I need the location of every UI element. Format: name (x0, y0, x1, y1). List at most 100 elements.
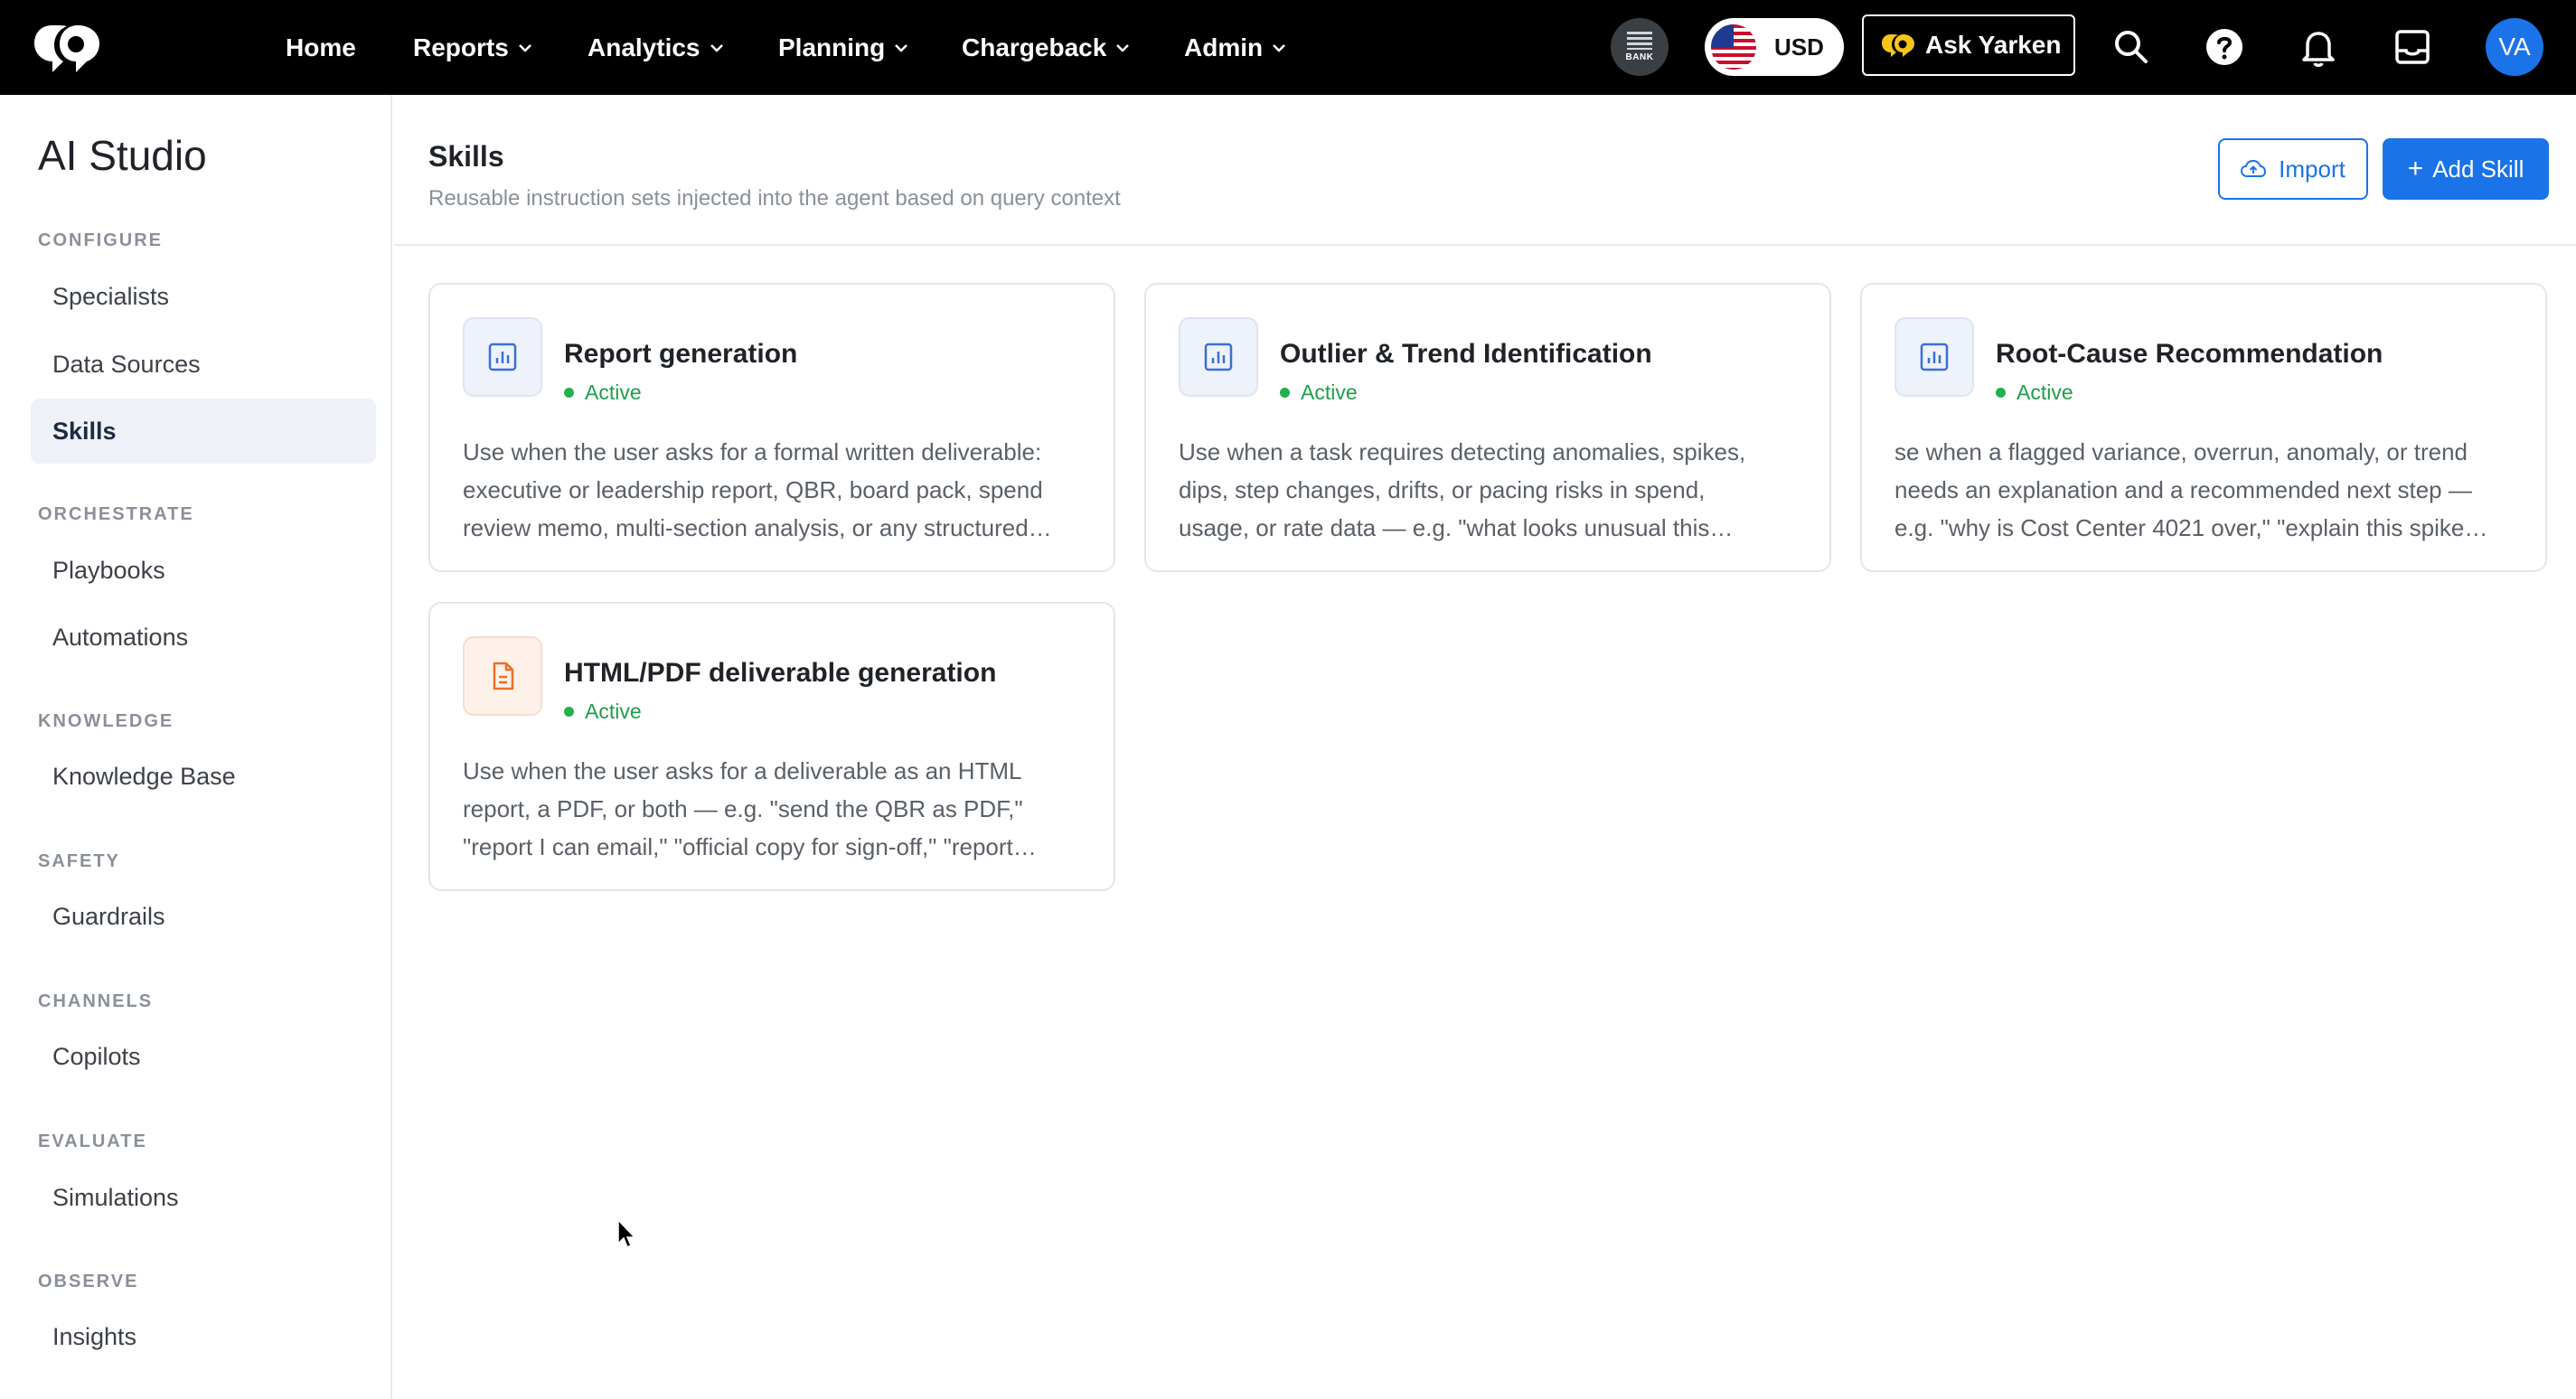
nav-planning-label: Planning (778, 33, 886, 61)
mouse-cursor-icon (617, 1218, 636, 1249)
skill-description: Use when a task requires detecting anoma… (1179, 433, 1802, 547)
sidebar-item-knowledge-base[interactable]: Knowledge Base (31, 744, 376, 809)
status-label: Active (585, 380, 642, 404)
status-dot-icon (564, 707, 574, 717)
sidebar-item-skills[interactable]: Skills (31, 399, 376, 464)
status-badge: Active (1280, 380, 1358, 405)
section-orchestrate: ORCHESTRATE (38, 504, 194, 524)
user-avatar[interactable]: VA (2486, 18, 2543, 76)
skill-title: Root-Cause Recommendation (1996, 339, 2383, 369)
import-button[interactable]: Import (2218, 138, 2368, 200)
skill-title: Report generation (564, 339, 798, 369)
sidebar-item-insights[interactable]: Insights (31, 1304, 376, 1369)
skill-description-line: report, a PDF, or both — e.g. "send the … (463, 795, 1023, 822)
search-icon[interactable] (2110, 25, 2153, 69)
status-dot-icon (1280, 388, 1290, 398)
sidebar-item-automations[interactable]: Automations (31, 605, 376, 670)
sidebar-item-playbooks[interactable]: Playbooks (31, 538, 376, 603)
skill-description-line: dips, step changes, drifts, or pacing ri… (1179, 476, 1706, 503)
import-label: Import (2279, 155, 2346, 183)
ask-yarken-button[interactable]: Ask Yarken (1862, 14, 2075, 76)
nav-home[interactable]: Home (286, 33, 356, 62)
skill-description-line: Use when a task requires detecting anoma… (1179, 438, 1746, 465)
status-badge: Active (564, 380, 642, 405)
skill-card-root-cause[interactable]: Root-Cause Recommendation Active se when… (1860, 283, 2547, 572)
currency-code: USD (1774, 33, 1824, 61)
chevron-down-icon (895, 43, 908, 52)
nav-analytics-label: Analytics (588, 33, 700, 61)
chevron-down-icon (518, 43, 531, 52)
section-configure: CONFIGURE (38, 230, 163, 250)
sidebar-item-data-sources[interactable]: Data Sources (31, 332, 376, 397)
skill-title: HTML/PDF deliverable generation (564, 658, 997, 688)
app-title: AI Studio (38, 132, 207, 179)
main-content: Skills Reusable instruction sets injecte… (394, 95, 2576, 1399)
help-icon[interactable] (2203, 25, 2246, 69)
cloud-upload-icon (2241, 159, 2267, 177)
skill-description-line: review memo, multi-section analysis, or … (463, 514, 1052, 541)
status-badge: Active (564, 700, 642, 724)
skill-description-line: e.g. "why is Cost Center 4021 over," "ex… (1894, 514, 2488, 541)
bank-icon (1627, 32, 1652, 50)
bank-label: BANK (1625, 52, 1654, 62)
nav-planning[interactable]: Planning (778, 33, 910, 62)
skill-title: Outlier & Trend Identification (1280, 339, 1652, 369)
sidebar-item-guardrails[interactable]: Guardrails (31, 884, 376, 949)
skill-card-report-generation[interactable]: Report generation Active Use when the us… (428, 283, 1115, 572)
nav-reports[interactable]: Reports (413, 33, 534, 62)
section-observe: OBSERVE (38, 1272, 139, 1291)
chevron-down-icon (710, 43, 723, 52)
skill-description-line: usage, or rate data — e.g. "what looks u… (1179, 514, 1734, 541)
chart-icon (463, 317, 542, 397)
status-dot-icon (1996, 388, 2006, 398)
skill-card-outlier-trend[interactable]: Outlier & Trend Identification Active Us… (1144, 283, 1831, 572)
page-subtitle: Reusable instruction sets injected into … (428, 186, 1121, 211)
sidebar-item-copilots[interactable]: Copilots (31, 1024, 376, 1089)
status-dot-icon (564, 388, 574, 398)
skill-description-line: "report I can email," "official copy for… (463, 833, 1037, 860)
nav-analytics[interactable]: Analytics (588, 33, 726, 62)
chart-icon (1894, 317, 1974, 397)
skill-description-line: se when a flagged variance, overrun, ano… (1894, 438, 2468, 465)
skill-description-line: executive or leadership report, QBR, boa… (463, 476, 1043, 503)
skill-description: Use when the user asks for a formal writ… (463, 433, 1086, 547)
skill-description-line: needs an explanation and a recommended n… (1894, 476, 2472, 503)
skill-description-line: Use when the user asks for a formal writ… (463, 438, 1042, 465)
nav-chargeback[interactable]: Chargeback (962, 33, 1132, 62)
skill-card-html-pdf[interactable]: HTML/PDF deliverable generation Active U… (428, 602, 1115, 891)
nav-admin-label: Admin (1184, 33, 1264, 61)
status-label: Active (1301, 380, 1358, 404)
nav-home-label: Home (286, 33, 356, 61)
sidebar: AI Studio CONFIGURE Specialists Data Sou… (0, 95, 392, 1399)
section-evaluate: EVALUATE (38, 1131, 147, 1151)
skill-description: se when a flagged variance, overrun, ano… (1894, 433, 2518, 547)
sidebar-item-specialists[interactable]: Specialists (31, 264, 376, 329)
chart-icon (1179, 317, 1258, 397)
bell-icon[interactable] (2297, 25, 2340, 69)
section-knowledge: KNOWLEDGE (38, 711, 174, 731)
logo-icon[interactable] (31, 18, 103, 76)
page-title: Skills (428, 140, 504, 173)
status-label: Active (2017, 380, 2073, 404)
sidebar-item-simulations[interactable]: Simulations (31, 1165, 376, 1230)
yarken-logo-icon (1882, 34, 1914, 57)
plus-icon: + (2407, 154, 2424, 183)
bank-switcher[interactable]: BANK (1611, 18, 1669, 76)
chevron-down-icon (1116, 43, 1130, 52)
chevron-down-icon (1273, 43, 1285, 52)
nav-reports-label: Reports (413, 33, 509, 61)
nav-admin[interactable]: Admin (1184, 33, 1288, 62)
add-skill-button[interactable]: + Add Skill (2383, 138, 2549, 200)
ask-yarken-label: Ask Yarken (1925, 31, 2062, 59)
top-navigation-bar: Home Reports Analytics Planning Chargeba… (0, 0, 2576, 95)
document-icon (463, 636, 542, 716)
section-channels: CHANNELS (38, 991, 154, 1011)
status-label: Active (585, 700, 642, 723)
skill-description: Use when the user asks for a deliverable… (463, 752, 1086, 866)
us-flag-icon (1711, 24, 1756, 70)
currency-selector[interactable]: USD (1705, 18, 1844, 76)
add-skill-label: Add Skill (2432, 155, 2524, 183)
skill-description-line: Use when the user asks for a deliverable… (463, 757, 1022, 784)
inbox-icon[interactable] (2391, 25, 2434, 69)
section-safety: SAFETY (38, 851, 120, 871)
